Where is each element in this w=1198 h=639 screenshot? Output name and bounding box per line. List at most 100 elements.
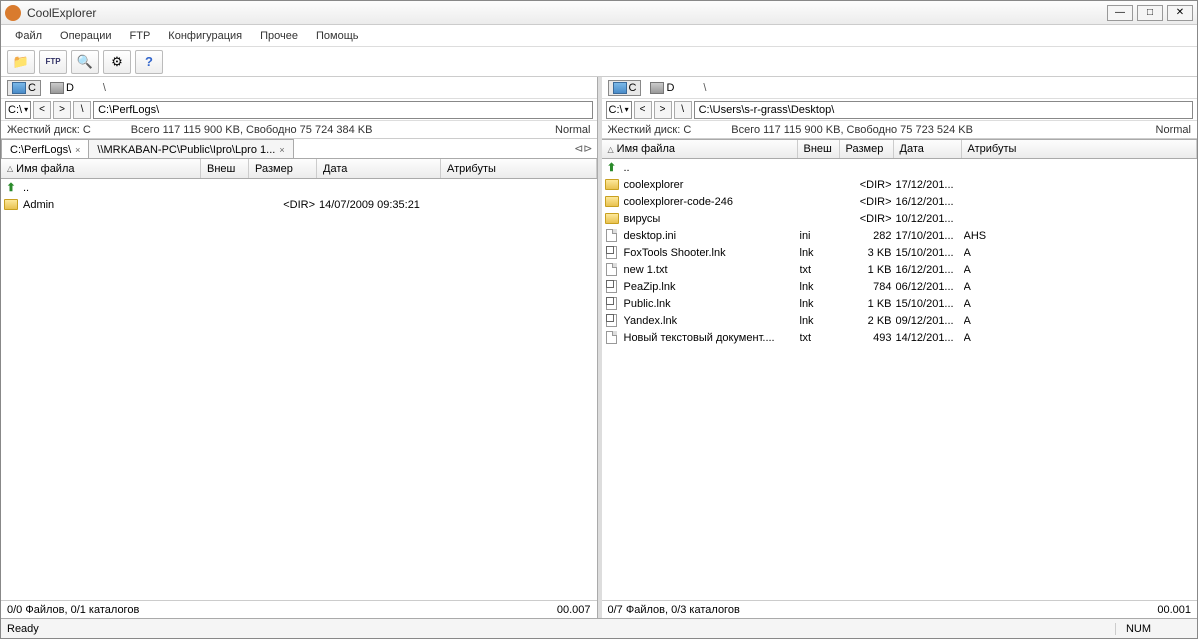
right-disk-label: Жесткий диск: C [608,124,692,136]
app-icon [5,5,21,21]
cell-size: 2 KB [842,315,896,327]
tab-close-icon[interactable]: × [279,145,284,155]
right-drivebar: C D \ [602,77,1198,99]
list-item[interactable]: Yandex.lnklnk2 KB09/12/201...A [602,312,1198,329]
left-col-name[interactable]: △Имя файла [1,159,201,178]
left-filelist[interactable]: ⬆..Admin<DIR>14/07/2009 09:35:21 [1,179,597,600]
right-path-input[interactable] [694,101,1193,119]
cell-attr: A [964,298,975,310]
right-drive-d[interactable]: D [645,80,679,96]
left-nav-fwd[interactable]: > [53,101,71,119]
close-button[interactable]: ✕ [1167,5,1193,21]
list-item[interactable]: вирусы<DIR>10/12/201... [602,210,1198,227]
list-item[interactable]: ⬆.. [1,179,597,196]
tab-label: C:\PerfLogs\ [10,144,71,156]
cell-name: coolexplorer-code-246 [624,196,800,208]
cell-ext: txt [800,264,842,276]
list-item[interactable]: ⬆.. [602,159,1198,176]
list-item[interactable]: FoxTools Shooter.lnklnk3 KB15/10/201...A [602,244,1198,261]
list-item[interactable]: coolexplorer <DIR>17/12/201... [602,176,1198,193]
minimize-button[interactable]: — [1107,5,1133,21]
left-path-input[interactable] [93,101,592,119]
list-item[interactable]: Новый текстовый документ....txt49314/12/… [602,329,1198,346]
left-tabs: C:\PerfLogs\×\\MRKABAN-PC\Public\Ipro\Lp… [1,139,597,159]
menu-config[interactable]: Конфигурация [160,28,250,44]
left-footer: 0/0 Файлов, 0/1 каталогов 00.007 [1,600,597,618]
status-ready: Ready [7,623,39,635]
menubar: Файл Операции FTP Конфигурация Прочее По… [1,25,1197,47]
cell-date: 16/12/201... [896,264,964,276]
menu-help[interactable]: Помощь [308,28,367,44]
drive-d-icon [50,82,64,94]
cell-size: <DIR> [842,196,896,208]
cell-size: 1 KB [842,298,896,310]
right-col-name[interactable]: △Имя файла [602,140,798,158]
cell-ext: txt [800,332,842,344]
cell-ext: lnk [800,247,842,259]
folder-icon [604,212,620,226]
titlebar[interactable]: CoolExplorer — □ ✕ [1,1,1197,25]
right-col-ext[interactable]: Внеш [798,140,840,158]
menu-operations[interactable]: Операции [52,28,119,44]
left-column-header: △Имя файла Внеш Размер Дата Атрибуты [1,159,597,179]
left-disk-label: Жесткий диск: C [7,124,91,136]
help-icon: ? [145,54,153,69]
left-nav-back[interactable]: < [33,101,51,119]
cell-name: coolexplorer [624,179,800,191]
left-drivebar: C D \ [1,77,597,99]
right-footer: 0/7 Файлов, 0/3 каталогов 00.001 [602,600,1198,618]
right-footer-count: 0/7 Файлов, 0/3 каталогов [608,604,740,616]
left-drive-d[interactable]: D [45,80,79,96]
toolbar-help-button[interactable]: ? [135,50,163,74]
toolbar-ftp-button[interactable]: FTP [39,50,67,74]
cell-date: 17/12/201... [896,179,964,191]
right-nav-back[interactable]: < [634,101,652,119]
left-col-date[interactable]: Дата [317,159,441,178]
cell-size: 3 KB [842,247,896,259]
shortcut-icon [604,297,620,311]
cell-date: 14/12/201... [896,332,964,344]
list-item[interactable]: new 1.txttxt1 KB16/12/201...A [602,261,1198,278]
cell-attr: A [964,264,975,276]
tab[interactable]: \\MRKABAN-PC\Public\Ipro\Lpro 1...× [88,139,293,158]
menu-file[interactable]: Файл [7,28,50,44]
menu-other[interactable]: Прочее [252,28,306,44]
maximize-button[interactable]: □ [1137,5,1163,21]
list-item[interactable]: desktop.iniini28217/10/201...AHS [602,227,1198,244]
tab-close-icon[interactable]: × [75,145,80,155]
right-filelist[interactable]: ⬆..coolexplorer<DIR>17/12/201...coolexpl… [602,159,1198,600]
list-item[interactable]: PeaZip.lnklnk78406/12/201...A [602,278,1198,295]
left-col-ext[interactable]: Внеш [201,159,249,178]
toolbar-settings-button[interactable]: ⚙ [103,50,131,74]
left-footer-count: 0/0 Файлов, 0/1 каталогов [7,604,139,616]
right-col-size[interactable]: Размер [840,140,894,158]
right-col-attr[interactable]: Атрибуты [962,140,1198,158]
window-title: CoolExplorer [27,6,1103,20]
statusbar: Ready NUM [1,618,1197,638]
tab[interactable]: C:\PerfLogs\ × [1,139,89,158]
right-nav-root[interactable]: \ [674,101,692,119]
right-nav-fwd[interactable]: > [654,101,672,119]
cell-attr: A [964,332,975,344]
menu-ftp[interactable]: FTP [122,28,159,44]
cell-date: 09/12/201... [896,315,964,327]
left-drive-c[interactable]: C [7,80,41,96]
left-col-size[interactable]: Размер [249,159,317,178]
shortcut-icon [604,246,620,260]
list-item[interactable]: coolexplorer-code-246<DIR>16/12/201... [602,193,1198,210]
right-col-date[interactable]: Дата [894,140,962,158]
cell-size: <DIR> [842,179,896,191]
toolbar-folder-button[interactable]: 📁 [7,50,35,74]
cell-attr: A [964,247,975,259]
right-drive-select[interactable]: C:\ [606,101,632,119]
toolbar-search-button[interactable]: 🔍 [71,50,99,74]
left-drive-select[interactable]: C:\ [5,101,31,119]
left-col-attr[interactable]: Атрибуты [441,159,597,178]
ftp-icon: FTP [45,57,60,66]
right-drive-c[interactable]: C [608,80,642,96]
left-tabscroll[interactable]: ⊲⊳ [574,139,596,158]
right-pane: C D \ C:\ < > \ Жесткий диск: C Всего 11… [602,77,1198,618]
left-nav-root[interactable]: \ [73,101,91,119]
list-item[interactable]: Admin<DIR>14/07/2009 09:35:21 [1,196,597,213]
list-item[interactable]: Public.lnklnk1 KB15/10/201...A [602,295,1198,312]
